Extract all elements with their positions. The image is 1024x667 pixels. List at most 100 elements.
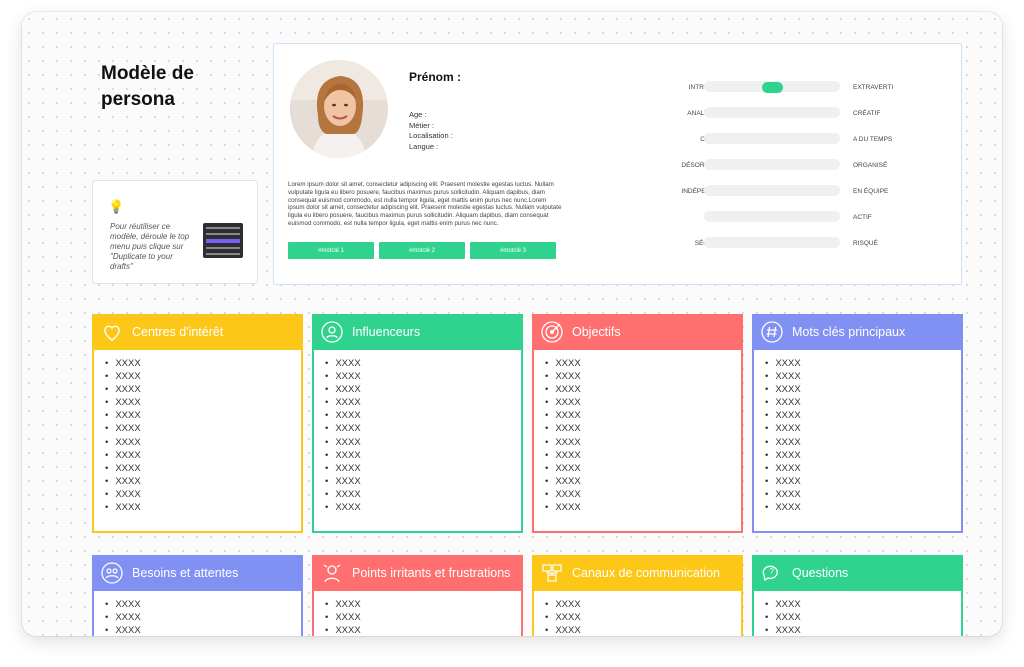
trait-right-label: ACTIF <box>853 214 872 221</box>
heart-icon <box>104 325 120 341</box>
list-item[interactable]: XXXX <box>545 396 741 409</box>
menu-screenshot-thumbnail <box>183 215 245 261</box>
list-item[interactable]: XXXX <box>545 409 741 422</box>
persona-photo <box>290 60 388 158</box>
list-item[interactable]: XXXX <box>765 383 961 396</box>
trait-right-label: A DU TEMPS <box>853 136 893 143</box>
influencer-icon <box>321 321 343 343</box>
list-item[interactable]: XXXX <box>325 357 521 370</box>
list-item[interactable]: XXXX <box>105 396 301 409</box>
board-canvas[interactable]: Modèle de persona 💡 Pour réutiliser ce m… <box>22 12 1002 636</box>
trait-right-label: CRÉATIF <box>853 110 881 117</box>
list-item[interactable]: XXXX <box>325 409 521 422</box>
list-item[interactable]: XXXX <box>105 357 301 370</box>
list-item[interactable]: XXXX <box>325 501 521 514</box>
list-item[interactable]: XXXX <box>325 624 521 636</box>
list-item[interactable]: XXXX <box>765 611 961 624</box>
trait-slider-handle[interactable] <box>762 82 783 93</box>
list-item[interactable]: XXXX <box>545 357 741 370</box>
section-title: Besoins et attentes <box>132 566 239 580</box>
list-item[interactable]: XXXX <box>765 475 961 488</box>
list-item[interactable]: XXXX <box>105 449 301 462</box>
section-title: Canaux de communication <box>572 566 720 580</box>
section-card: Centres d'intérêtXXXXXXXXXXXXXXXXXXXXXXX… <box>92 314 303 533</box>
list-item[interactable]: XXXX <box>765 488 961 501</box>
section-list: XXXXXXXXXXXXXXXXXXXXXXXXXXXXXXXXXXXXXXXX… <box>94 350 301 514</box>
list-item[interactable]: XXXX <box>545 598 741 611</box>
list-item[interactable]: XXXX <box>765 422 961 435</box>
list-item[interactable]: XXXX <box>545 383 741 396</box>
list-item[interactable]: XXXX <box>105 422 301 435</box>
list-item[interactable]: XXXX <box>325 462 521 475</box>
target-icon <box>541 321 563 343</box>
trait-slider[interactable] <box>704 133 840 144</box>
list-item[interactable]: XXXX <box>545 370 741 383</box>
questions-icon: ? <box>762 565 778 582</box>
list-item[interactable]: XXXX <box>545 436 741 449</box>
list-item[interactable]: XXXX <box>765 624 961 636</box>
list-item[interactable]: XXXX <box>105 383 301 396</box>
list-item[interactable]: XXXX <box>105 488 301 501</box>
list-item[interactable]: XXXX <box>765 436 961 449</box>
section-card: Canaux de communicationXXXXXXXXXXXX <box>532 555 743 636</box>
section-list: XXXXXXXXXXXXXXXXXXXXXXXXXXXXXXXXXXXXXXXX… <box>534 350 741 514</box>
list-item[interactable]: XXXX <box>545 624 741 636</box>
list-item[interactable]: XXXX <box>545 422 741 435</box>
list-item[interactable]: XXXX <box>765 462 961 475</box>
section-header: Canaux de communication <box>532 555 743 591</box>
list-item[interactable]: XXXX <box>765 501 961 514</box>
list-item[interactable]: XXXX <box>105 436 301 449</box>
list-item[interactable]: XXXX <box>105 409 301 422</box>
section-header: Besoins et attentes <box>92 555 303 591</box>
list-item[interactable]: XXXX <box>325 396 521 409</box>
list-item[interactable]: XXXX <box>545 488 741 501</box>
list-item[interactable]: XXXX <box>325 449 521 462</box>
list-item[interactable]: XXXX <box>325 475 521 488</box>
list-item[interactable]: XXXX <box>325 598 521 611</box>
section-title: Centres d'intérêt <box>132 325 224 339</box>
trait-slider[interactable] <box>704 185 840 196</box>
keyword-tag[interactable]: #motclé 2 <box>379 242 465 259</box>
section-header: Objectifs <box>532 314 743 350</box>
tip-card: 💡 Pour réutiliser ce modèle, déroule le … <box>92 180 258 284</box>
trait-slider[interactable] <box>704 107 840 118</box>
lightbulb-icon: 💡 <box>108 199 125 214</box>
list-item[interactable]: XXXX <box>545 611 741 624</box>
list-item[interactable]: XXXX <box>765 370 961 383</box>
trait-slider[interactable] <box>704 211 840 222</box>
list-item[interactable]: XXXX <box>105 611 301 624</box>
keyword-tag[interactable]: #motclé 1 <box>288 242 374 259</box>
list-item[interactable]: XXXX <box>105 462 301 475</box>
list-item[interactable]: XXXX <box>765 409 961 422</box>
list-item[interactable]: XXXX <box>545 449 741 462</box>
list-item[interactable]: XXXX <box>545 501 741 514</box>
trait-slider[interactable] <box>704 81 840 93</box>
age-field: Age : <box>409 110 427 119</box>
list-item[interactable]: XXXX <box>765 449 961 462</box>
list-item[interactable]: XXXX <box>105 370 301 383</box>
list-item[interactable]: XXXX <box>105 501 301 514</box>
list-item[interactable]: XXXX <box>105 598 301 611</box>
list-item[interactable]: XXXX <box>765 357 961 370</box>
list-item[interactable]: XXXX <box>545 462 741 475</box>
list-item[interactable]: XXXX <box>325 383 521 396</box>
list-item[interactable]: XXXX <box>325 488 521 501</box>
section-card: InfluenceursXXXXXXXXXXXXXXXXXXXXXXXXXXXX… <box>312 314 523 533</box>
list-item[interactable]: XXXX <box>105 624 301 636</box>
list-item[interactable]: XXXX <box>765 598 961 611</box>
list-item[interactable]: XXXX <box>105 475 301 488</box>
keyword-tag[interactable]: #motclé 3 <box>470 242 556 259</box>
trait-slider-row: INTROVERTIEXTRAVERTI <box>642 80 942 106</box>
list-item[interactable]: XXXX <box>325 422 521 435</box>
list-item[interactable]: XXXX <box>765 396 961 409</box>
trait-slider[interactable] <box>704 159 840 170</box>
section-header: Mots clés principaux <box>752 314 963 350</box>
section-title: Points irritants et frustrations <box>352 566 511 580</box>
language-field: Langue : <box>409 141 439 151</box>
list-item[interactable]: XXXX <box>545 475 741 488</box>
list-item[interactable]: XXXX <box>325 436 521 449</box>
list-item[interactable]: XXXX <box>325 611 521 624</box>
trait-slider[interactable] <box>704 237 840 248</box>
trait-right-label: ORGANISÉ <box>853 162 888 169</box>
list-item[interactable]: XXXX <box>325 370 521 383</box>
